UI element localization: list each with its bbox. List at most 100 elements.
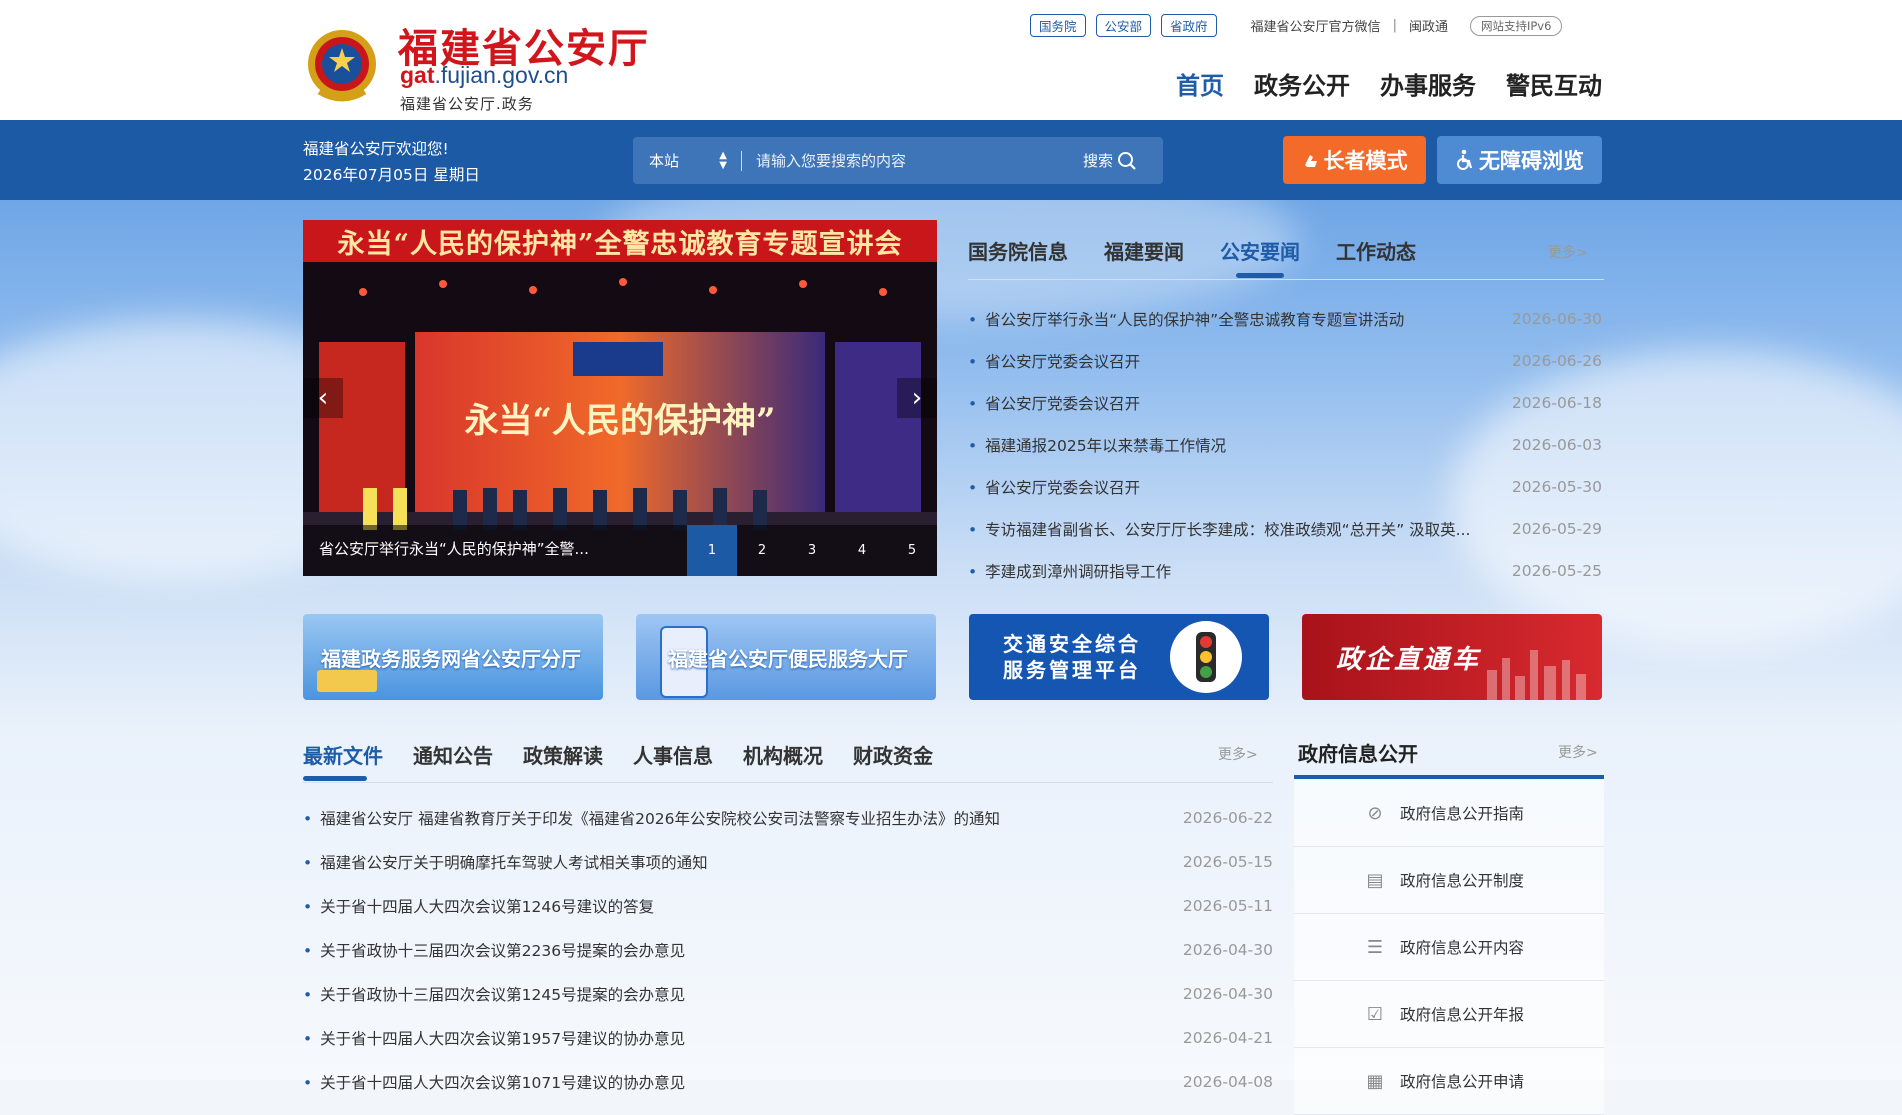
accessible-button[interactable]: 无障碍浏览 (1437, 136, 1602, 184)
tab-latest-docs[interactable]: 最新文件 (303, 740, 383, 769)
news-title[interactable]: 省公安厅党委会议召开 (968, 476, 1140, 498)
site-header: 福建省公安厅 gat.fujian.gov.cn 福建省公安厅.政务 国务院 公… (0, 0, 1902, 120)
doc-title[interactable]: 福建省公安厅 福建省教育厅关于印发《福建省2026年公安院校公安司法警察专业招生… (303, 807, 1000, 829)
link-province[interactable]: 省政府 (1161, 14, 1217, 37)
welcome-block: 福建省公安厅欢迎您! 2026年07月05日 星期日 (303, 136, 480, 188)
list-item[interactable]: 福建省公安厅 福建省教育厅关于印发《福建省2026年公安院校公安司法警察专业招生… (303, 796, 1273, 840)
carousel-dot-3[interactable]: 3 (787, 525, 837, 576)
search-button[interactable]: 搜索 (1083, 150, 1163, 171)
news-carousel[interactable]: 永当“人民的保护神”全警忠诚教育专题宣讲会 永当“人民的保护神” 省公安厅举行永… (303, 220, 937, 576)
list-item[interactable]: 关于省十四届人大四次会议第1957号建议的协办意见 2026-04-21 (303, 1016, 1273, 1060)
link-state-council[interactable]: 国务院 (1030, 14, 1086, 37)
doc-date: 2026-06-22 (1182, 809, 1273, 827)
gov-info-content[interactable]: ☰ 政府信息公开内容 (1294, 914, 1604, 981)
list-item[interactable]: 关于省政协十三届四次会议第2236号提案的会办意见 2026-04-30 (303, 928, 1273, 972)
news-date: 2026-06-03 (1511, 436, 1602, 454)
doc-title[interactable]: 关于省政协十三届四次会议第2236号提案的会办意见 (303, 939, 685, 961)
list-item[interactable]: 省公安厅党委会议召开 2026-05-30 (968, 466, 1602, 508)
tab-state-council-info[interactable]: 国务院信息 (968, 236, 1068, 265)
doc-date: 2026-04-30 (1182, 941, 1273, 959)
carousel-dot-5[interactable]: 5 (887, 525, 937, 576)
carousel-dot-4[interactable]: 4 (837, 525, 887, 576)
list-item[interactable]: 省公安厅举行永当“人民的保护神”全警忠诚教育专题宣讲活动 2026-06-30 (968, 298, 1602, 340)
search-scope-select[interactable]: 本站 ▲ ▼ (633, 150, 727, 171)
carousel-dot-1[interactable]: 1 (687, 525, 737, 576)
gov-info-title: 政府信息公开 (1298, 742, 1418, 766)
news-title[interactable]: 省公安厅举行永当“人民的保护神”全警忠诚教育专题宣讲活动 (968, 308, 1404, 330)
carousel-caption[interactable]: 省公安厅举行永当“人民的保护神”全警... (319, 538, 589, 559)
gov-info-more-link[interactable]: 更多> (1558, 742, 1598, 762)
doc-title[interactable]: 关于省十四届人大四次会议第1957号建议的协办意见 (303, 1027, 685, 1049)
list-item[interactable]: 关于省十四届人大四次会议第1246号建议的答复 2026-05-11 (303, 884, 1273, 928)
gov-info-guide[interactable]: ⊘ 政府信息公开指南 (1294, 780, 1604, 847)
main-nav: 首页 政务公开 办事服务 警民互动 (1176, 66, 1602, 101)
news-date: 2026-06-26 (1511, 352, 1602, 370)
list-item[interactable]: 省公安厅党委会议召开 2026-06-18 (968, 382, 1602, 424)
tab-finance[interactable]: 财政资金 (853, 740, 933, 769)
top-links: 国务院 公安部 省政府 福建省公安厅官方微信 | 闽政通 网站支持IPv6 (1030, 14, 1563, 37)
tab-personnel[interactable]: 人事信息 (633, 740, 713, 769)
nav-interaction[interactable]: 警民互动 (1506, 66, 1602, 101)
hand-icon (1304, 155, 1317, 167)
link-minzhengtong[interactable]: 闽政通 (1409, 16, 1448, 35)
list-item[interactable]: 福建省公安厅关于明确摩托车驾驶人考试相关事项的通知 2026-05-15 (303, 840, 1273, 884)
news-title[interactable]: 省公安厅党委会议召开 (968, 392, 1140, 414)
clipboard-icon: ☑ (1366, 1003, 1384, 1025)
search-input[interactable]: 请输入您要搜索的内容 (756, 150, 1083, 171)
doc-date: 2026-04-30 (1182, 985, 1273, 1003)
gov-info-report[interactable]: ☑ 政府信息公开年报 (1294, 981, 1604, 1048)
list-item[interactable]: 省公安厅党委会议召开 2026-06-26 (968, 340, 1602, 382)
doc-title[interactable]: 福建省公安厅关于明确摩托车驾驶人考试相关事项的通知 (303, 851, 708, 873)
search-scope-label: 本站 (649, 152, 680, 170)
doc-date: 2026-04-08 (1182, 1073, 1273, 1091)
banner-gov-service-branch[interactable]: 福建政务服务网省公安厅分厅 (303, 614, 603, 700)
news-title[interactable]: 李建成到漳州调研指导工作 (968, 560, 1171, 582)
nav-home[interactable]: 首页 (1176, 66, 1224, 101)
link-ministry[interactable]: 公安部 (1095, 14, 1152, 37)
tab-policy[interactable]: 政策解读 (523, 740, 603, 769)
news-tab-indicator (1236, 273, 1284, 278)
doc-date: 2026-05-15 (1182, 853, 1273, 871)
docs-more-link[interactable]: 更多> (1218, 744, 1258, 764)
nav-services[interactable]: 办事服务 (1380, 66, 1476, 101)
banner-enterprise-express[interactable]: 政企直通车 (1302, 614, 1602, 700)
carousel-prev-icon[interactable]: ‹ (303, 378, 343, 418)
doc-date: 2026-04-21 (1182, 1029, 1273, 1047)
compass-icon: ⊘ (1367, 802, 1383, 824)
list-item[interactable]: 李建成到漳州调研指导工作 2026-05-25 (968, 550, 1602, 592)
news-more-link[interactable]: 更多> (1548, 242, 1588, 262)
banner-traffic-platform[interactable]: 交通安全综合 服务管理平台 (969, 614, 1269, 700)
carousel-dot-2[interactable]: 2 (737, 525, 787, 576)
gov-info-system[interactable]: ▤ 政府信息公开制度 (1294, 847, 1604, 914)
doc-title[interactable]: 关于省十四届人大四次会议第1071号建议的协办意见 (303, 1071, 685, 1093)
list-item[interactable]: 福建通报2025年以来禁毒工作情况 2026-06-03 (968, 424, 1602, 466)
tab-work-updates[interactable]: 工作动态 (1336, 236, 1416, 265)
nav-gov-affairs[interactable]: 政务公开 (1254, 66, 1350, 101)
police-emblem-icon[interactable] (303, 26, 381, 106)
banner-traffic-line1: 交通安全综合 (1003, 632, 1141, 656)
gov-info-label: 政府信息公开申请 (1400, 1073, 1525, 1091)
news-title[interactable]: 专访福建省副省长、公安厅厅长李建成：校准政绩观“总开关” 汲取英... (968, 518, 1470, 540)
news-title[interactable]: 福建通报2025年以来禁毒工作情况 (968, 434, 1226, 456)
doc-title[interactable]: 关于省政协十三届四次会议第1245号提案的会办意见 (303, 983, 685, 1005)
news-tabs: 国务院信息 福建要闻 公安要闻 工作动态 (968, 236, 1416, 265)
tab-notices[interactable]: 通知公告 (413, 740, 493, 769)
list-item[interactable]: 关于省政协十三届四次会议第1245号提案的会办意见 2026-04-30 (303, 972, 1273, 1016)
tab-fujian-news[interactable]: 福建要闻 (1104, 236, 1184, 265)
current-date: 2026年07月05日 星期日 (303, 166, 480, 184)
gov-info-apply[interactable]: ▦ 政府信息公开申请 (1294, 1048, 1604, 1115)
news-title[interactable]: 省公安厅党委会议召开 (968, 350, 1140, 372)
tab-police-news[interactable]: 公安要闻 (1220, 236, 1300, 265)
list-item[interactable]: 专访福建省副省长、公安厅厅长李建成：校准政绩观“总开关” 汲取英... 2026-… (968, 508, 1602, 550)
gov-info-label: 政府信息公开指南 (1400, 805, 1525, 823)
doc-title[interactable]: 关于省十四届人大四次会议第1246号建议的答复 (303, 895, 654, 917)
elder-mode-button[interactable]: 长者模式 (1283, 136, 1426, 184)
banner-enterprise-label: 政企直通车 (1336, 644, 1482, 675)
carousel-next-icon[interactable]: › (897, 378, 937, 418)
tab-organization[interactable]: 机构概况 (743, 740, 823, 769)
sort-arrows-icon: ▲ ▼ (719, 149, 727, 171)
list-icon: ☰ (1366, 936, 1384, 958)
list-item[interactable]: 关于省十四届人大四次会议第1071号建议的协办意见 2026-04-08 (303, 1060, 1273, 1104)
link-wechat[interactable]: 福建省公安厅官方微信 (1251, 16, 1381, 35)
banner-service-hall[interactable]: 福建省公安厅便民服务大厅 (636, 614, 936, 700)
